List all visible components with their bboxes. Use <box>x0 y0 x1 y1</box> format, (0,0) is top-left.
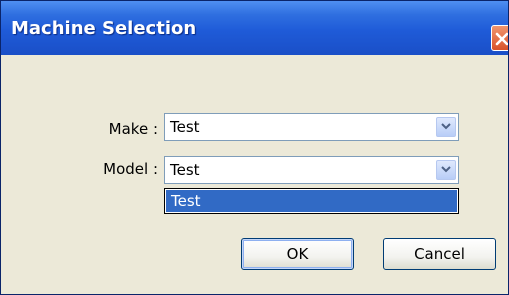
chevron-down-icon <box>441 123 451 130</box>
make-label: Make : <box>108 120 158 138</box>
model-dropdown-button[interactable] <box>436 160 456 180</box>
model-label: Model : <box>103 160 158 178</box>
model-option-test[interactable]: Test <box>166 190 457 212</box>
close-icon <box>495 32 508 46</box>
model-dropdown-list: Test <box>164 188 459 214</box>
model-value: Test <box>170 161 200 179</box>
make-dropdown-button[interactable] <box>436 117 456 137</box>
model-select[interactable]: Test <box>164 156 459 184</box>
machine-selection-dialog: Machine Selection Make : Test Model : Te… <box>0 0 509 295</box>
title-bar[interactable]: Machine Selection <box>1 1 508 55</box>
ok-button[interactable]: OK <box>241 238 354 270</box>
dialog-title: Machine Selection <box>11 18 197 39</box>
close-button[interactable] <box>491 25 508 51</box>
chevron-down-icon <box>441 166 451 173</box>
cancel-button[interactable]: Cancel <box>383 238 496 270</box>
make-select[interactable]: Test <box>164 113 459 141</box>
make-value: Test <box>170 118 200 136</box>
